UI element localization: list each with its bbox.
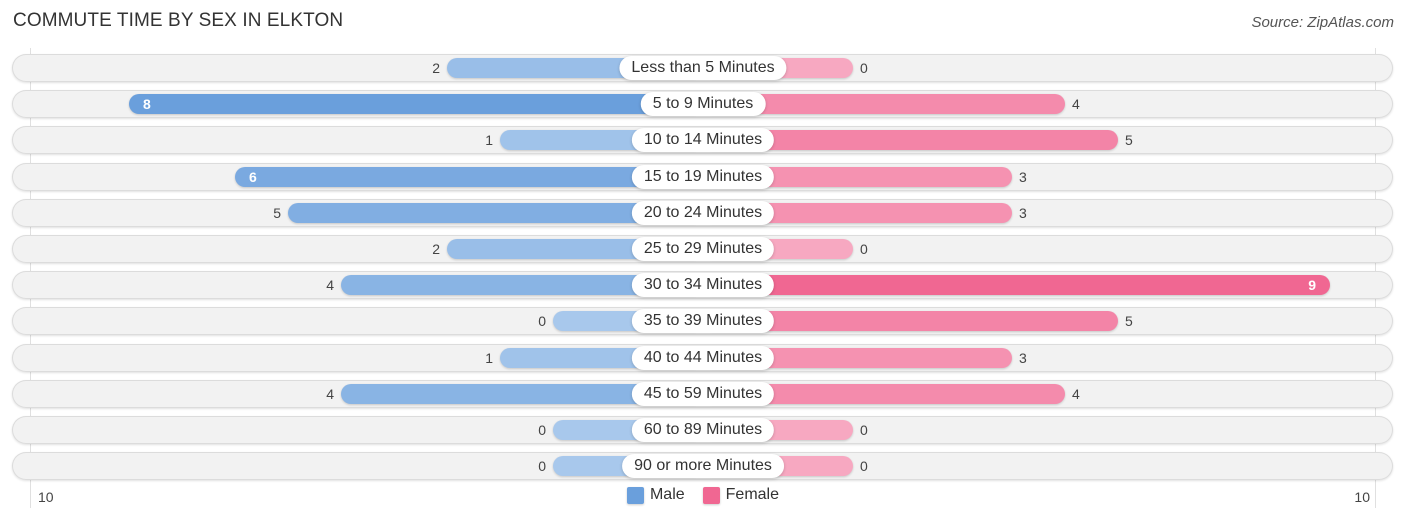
value-label-female: 0 (860, 60, 868, 76)
legend-swatch-female (702, 486, 720, 504)
value-label-female: 0 (860, 422, 868, 438)
value-label-female: 9 (1308, 277, 1316, 294)
category-label: 30 to 34 Minutes (631, 273, 775, 298)
legend-label-female: Female (725, 486, 780, 503)
value-label-female: 4 (1072, 96, 1080, 113)
category-label: 45 to 59 Minutes (631, 381, 775, 406)
value-label-male: 0 (538, 458, 546, 475)
value-label-female: 5 (1125, 132, 1133, 149)
value-label-female: 5 (1125, 313, 1133, 330)
value-label-male: 5 (273, 204, 281, 221)
category-label: Less than 5 Minutes (619, 56, 787, 80)
category-label: 20 to 24 Minutes (631, 200, 775, 225)
value-label-female: 3 (1019, 168, 1027, 185)
legend-item-female[interactable]: Female (702, 486, 780, 504)
legend: Male Female (0, 486, 1406, 504)
category-label: 35 to 39 Minutes (631, 309, 775, 334)
category-label: 40 to 44 Minutes (631, 345, 775, 370)
value-label-male: 2 (432, 241, 440, 257)
value-label-male: 4 (326, 277, 334, 294)
legend-item-male[interactable]: Male (626, 486, 685, 504)
value-label-male: 1 (485, 349, 493, 366)
value-label-male: 4 (326, 385, 334, 402)
value-label-female: 4 (1072, 385, 1080, 402)
value-label-male: 6 (249, 168, 257, 185)
legend-swatch-male (626, 486, 644, 504)
value-label-male: 1 (485, 132, 493, 149)
value-label-male: 0 (538, 422, 546, 438)
legend-label-male: Male (649, 486, 685, 503)
category-label: 60 to 89 Minutes (631, 418, 775, 442)
value-label-female: 0 (860, 458, 868, 475)
value-label-male: 0 (538, 313, 546, 330)
category-label: 10 to 14 Minutes (631, 128, 775, 153)
category-label: 5 to 9 Minutes (640, 92, 766, 117)
value-label-male: 2 (432, 60, 440, 76)
bar-male[interactable] (129, 94, 703, 115)
category-label: 15 to 19 Minutes (631, 164, 775, 189)
value-label-female: 3 (1019, 349, 1027, 366)
category-label: 90 or more Minutes (622, 454, 784, 479)
chart-area: 2 0 Less than 5 Minutes 8 4 5 to 9 Minutes 1 5 1… (0, 0, 1406, 522)
value-label-male: 8 (143, 96, 151, 113)
value-label-female: 3 (1019, 204, 1027, 221)
bar-female[interactable] (703, 275, 1330, 296)
category-label: 25 to 29 Minutes (631, 237, 775, 261)
value-label-female: 0 (860, 241, 868, 257)
